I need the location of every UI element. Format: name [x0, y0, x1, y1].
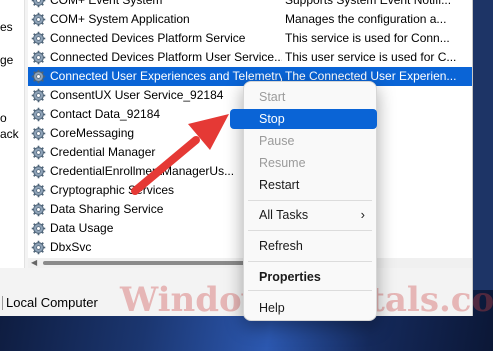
annotation-arrow-icon: [131, 114, 229, 195]
red-arrow: [131, 114, 229, 195]
